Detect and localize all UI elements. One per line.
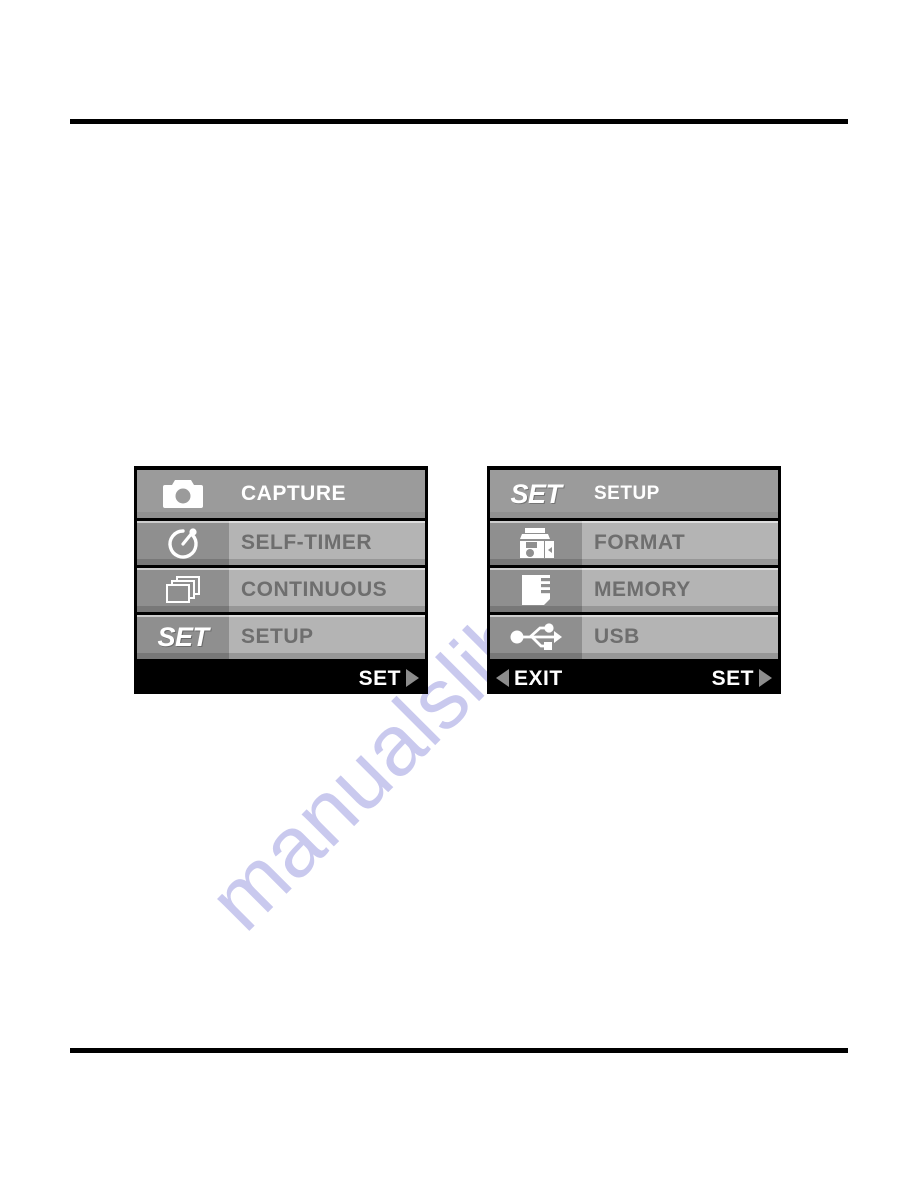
set-text-glyph: SET [157, 621, 209, 652]
camera-menu-figures: CAPTURE SELF-TIMER CONTINUOUS SET SETUP … [0, 466, 918, 698]
status-right-group[interactable]: SET [359, 668, 419, 689]
menu-item-label: SELF-TIMER [229, 521, 425, 565]
setup-menu-screen: SET SETUP FORMAT MEMORY USB EXIT SET [487, 466, 781, 694]
format-icon-glyph [520, 528, 554, 558]
capture-menu-rows: CAPTURE SELF-TIMER CONTINUOUS SET SETUP [137, 470, 425, 659]
camera-icon-glyph [163, 480, 203, 508]
status-left-label: EXIT [514, 666, 563, 690]
menu-item-label: MEMORY [582, 568, 778, 612]
capture-menu-screen: CAPTURE SELF-TIMER CONTINUOUS SET SETUP … [134, 466, 428, 694]
menu-item-label: CAPTURE [241, 482, 347, 505]
menu-item-capture[interactable]: CAPTURE [137, 470, 425, 518]
menu-item-label: SETUP [594, 483, 660, 504]
setup-menu-status-bar: EXIT SET [490, 665, 778, 691]
menu-item-usb[interactable]: USB [490, 615, 778, 659]
menu-item-continuous[interactable]: CONTINUOUS [137, 568, 425, 612]
menu-item-label: USB [582, 615, 778, 659]
continuous-icon [137, 568, 229, 612]
menu-item-label: SETUP [229, 615, 425, 659]
menu-item-format[interactable]: FORMAT [490, 521, 778, 565]
arrow-right-icon[interactable] [406, 669, 419, 687]
set-text-icon: SET [137, 615, 229, 659]
camera-icon [137, 470, 229, 518]
menu-item-label: CONTINUOUS [229, 568, 425, 612]
set-text-icon: SET [490, 470, 582, 518]
page-top-rule [70, 119, 848, 124]
arrow-right-icon[interactable] [759, 669, 772, 687]
setup-menu-rows: SET SETUP FORMAT MEMORY USB [490, 470, 778, 659]
status-right-label: SET [358, 666, 401, 690]
page-bottom-rule [70, 1048, 848, 1053]
status-left-group[interactable]: EXIT [496, 668, 563, 689]
self-timer-icon-glyph [168, 528, 198, 559]
usb-icon-glyph [510, 623, 562, 650]
menu-item-setup[interactable]: SET SETUP [137, 615, 425, 659]
memory-icon-glyph [522, 575, 552, 605]
usb-icon [490, 615, 582, 659]
status-right-group[interactable]: SET [712, 668, 772, 689]
set-text-glyph: SET [510, 478, 562, 509]
format-icon [490, 521, 582, 565]
menu-item-memory[interactable]: MEMORY [490, 568, 778, 612]
memory-icon [490, 568, 582, 612]
self-timer-icon [137, 521, 229, 565]
status-right-label: SET [711, 666, 754, 690]
menu-item-self-timer[interactable]: SELF-TIMER [137, 521, 425, 565]
continuous-icon-glyph [166, 576, 200, 603]
arrow-left-icon[interactable] [496, 669, 509, 687]
menu-item-label: FORMAT [582, 521, 778, 565]
menu-item-setup-header[interactable]: SET SETUP [490, 470, 778, 518]
capture-menu-status-bar: SET [137, 665, 425, 691]
